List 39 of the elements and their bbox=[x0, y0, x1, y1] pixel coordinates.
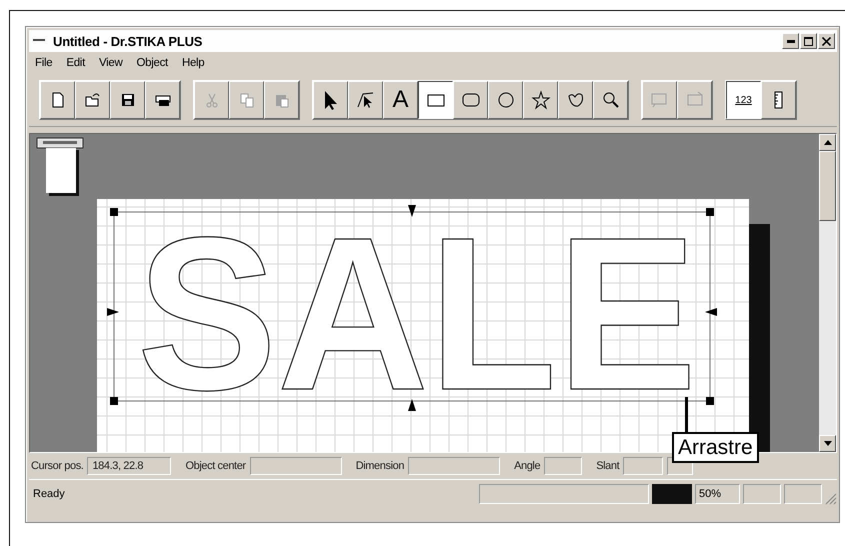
color-swatch bbox=[652, 484, 692, 504]
toolbar-button[interactable]: A bbox=[383, 81, 418, 119]
maximize-icon bbox=[804, 36, 813, 46]
scroll-thumb[interactable] bbox=[819, 151, 836, 221]
field-label: Dimension bbox=[356, 460, 404, 472]
close-button[interactable] bbox=[818, 33, 835, 49]
menu-item[interactable]: Help bbox=[182, 57, 204, 69]
resize-grip-icon[interactable] bbox=[825, 493, 837, 505]
window-title: Untitled - Dr.STIKA PLUS bbox=[53, 34, 204, 48]
maximize-button[interactable] bbox=[800, 33, 817, 49]
star-icon bbox=[530, 90, 550, 110]
status-panel bbox=[784, 484, 822, 504]
ellipse-icon bbox=[496, 90, 516, 110]
vertical-scrollbar[interactable] bbox=[819, 134, 836, 452]
status-panel bbox=[743, 484, 781, 504]
status-field: 184.3, 22.8 bbox=[87, 457, 172, 475]
field-label: Object center bbox=[185, 460, 246, 472]
leader-line bbox=[685, 397, 688, 432]
status-field bbox=[623, 457, 664, 475]
minimize-button[interactable] bbox=[782, 33, 799, 49]
close-icon bbox=[822, 36, 831, 46]
toolbar-button[interactable] bbox=[418, 81, 453, 119]
menu-item[interactable]: View bbox=[98, 57, 122, 69]
menu-item[interactable]: File bbox=[35, 57, 52, 69]
field-label: Slant bbox=[596, 460, 620, 472]
status-field bbox=[667, 457, 694, 475]
window-menu-icon[interactable] bbox=[33, 38, 47, 44]
menu-item[interactable]: Edit bbox=[66, 57, 85, 69]
node-pointer-icon bbox=[356, 90, 376, 110]
field-label: Cursor pos. bbox=[31, 460, 84, 472]
field-label: Angle bbox=[514, 460, 540, 472]
menu-item[interactable]: Object bbox=[136, 57, 168, 69]
toolbar-button[interactable]: 123 bbox=[726, 81, 761, 119]
zoom-level: 50% bbox=[695, 484, 740, 504]
status-field bbox=[544, 457, 582, 475]
status-message: Ready bbox=[33, 488, 66, 500]
search-icon bbox=[600, 90, 620, 110]
callout-label: Arrastre bbox=[672, 432, 759, 463]
minimize-icon bbox=[786, 40, 794, 42]
